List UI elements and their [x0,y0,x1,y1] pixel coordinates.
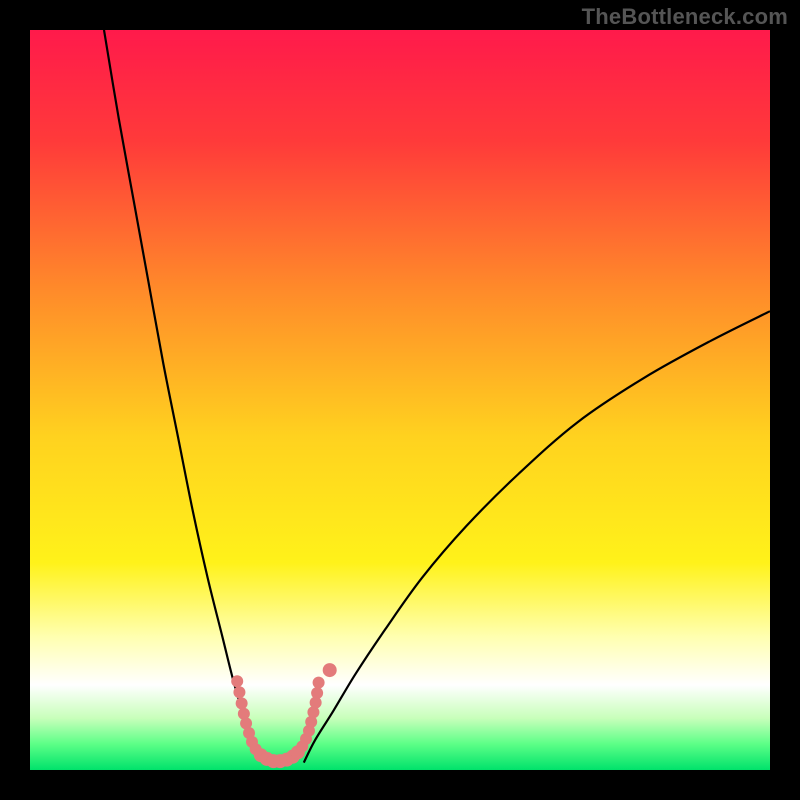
marker-dot [313,677,325,689]
curve-right-branch [304,311,770,762]
marker-dot [231,675,243,687]
curve-left-branch [104,30,263,763]
marker-dot [311,687,323,699]
watermark-text: TheBottleneck.com [582,4,788,30]
marker-dot [323,663,337,677]
bottom-marker-cluster [231,663,337,768]
marker-dot [233,686,245,698]
chart-frame: TheBottleneck.com [0,0,800,800]
plot-area [30,30,770,770]
marker-dot [236,697,248,709]
curve-layer [30,30,770,770]
